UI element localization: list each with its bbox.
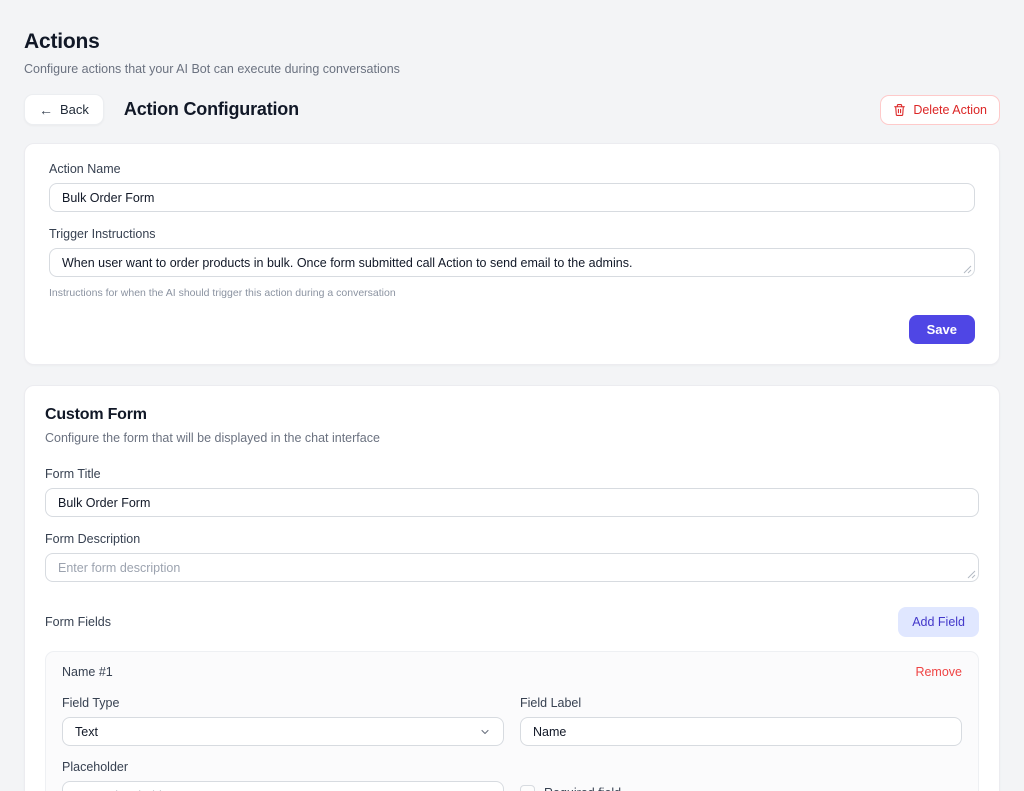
custom-form-subtitle: Configure the form that will be displaye… <box>45 431 979 445</box>
form-fields-header: Form Fields Add Field <box>45 607 979 637</box>
custom-form-title: Custom Form <box>45 406 979 424</box>
field-card-title: Name #1 <box>62 665 113 679</box>
form-title-label: Form Title <box>45 467 979 481</box>
trigger-instructions-help: Instructions for when the AI should trig… <box>49 287 975 299</box>
delete-action-label: Delete Action <box>913 103 987 117</box>
back-arrow-icon: ← <box>39 103 53 117</box>
add-field-button[interactable]: Add Field <box>898 607 979 637</box>
custom-form-card: Custom Form Configure the form that will… <box>24 385 1000 791</box>
config-title: Action Configuration <box>124 99 299 120</box>
field-type-select[interactable]: Text <box>62 717 504 746</box>
config-header-bar: ← Back Action Configuration Delete Actio… <box>24 94 1000 125</box>
field-label-group: Field Label <box>520 696 962 746</box>
field-label-input[interactable] <box>520 717 962 746</box>
remove-field-button[interactable]: Remove <box>915 665 962 679</box>
form-title-input[interactable] <box>45 488 979 517</box>
action-name-label: Action Name <box>49 162 975 176</box>
form-description-label: Form Description <box>45 532 979 546</box>
trigger-instructions-label: Trigger Instructions <box>49 227 975 241</box>
action-config-card: Action Name Trigger Instructions When us… <box>24 143 1000 365</box>
chevron-down-icon <box>479 726 491 738</box>
required-checkbox-label: Required field <box>544 786 621 791</box>
field-type-group: Field Type Text <box>62 696 504 746</box>
trigger-instructions-textarea[interactable]: When user want to order products in bulk… <box>49 248 975 277</box>
save-button[interactable]: Save <box>909 315 975 344</box>
placeholder-group: Placeholder <box>62 760 504 791</box>
back-button-label: Back <box>60 102 89 117</box>
action-name-input[interactable] <box>49 183 975 212</box>
field-label-label: Field Label <box>520 696 962 710</box>
field-type-value: Text <box>75 725 98 739</box>
back-button[interactable]: ← Back <box>24 94 104 125</box>
required-checkbox[interactable] <box>520 785 535 791</box>
delete-action-button[interactable]: Delete Action <box>880 95 1000 125</box>
actions-page: Actions Configure actions that your AI B… <box>0 0 1024 791</box>
required-checkbox-row[interactable]: Required field <box>520 785 621 791</box>
placeholder-label: Placeholder <box>62 760 504 774</box>
trash-icon <box>893 103 906 117</box>
page-subtitle: Configure actions that your AI Bot can e… <box>24 62 1000 76</box>
form-fields-label: Form Fields <box>45 615 111 629</box>
placeholder-input[interactable] <box>62 781 504 791</box>
page-title: Actions <box>24 30 1000 54</box>
field-type-label: Field Type <box>62 696 504 710</box>
required-field-group: Required field <box>520 760 962 791</box>
form-description-textarea[interactable] <box>45 553 979 582</box>
form-field-card: Name #1 Remove Field Type Text Field Lab… <box>45 651 979 791</box>
